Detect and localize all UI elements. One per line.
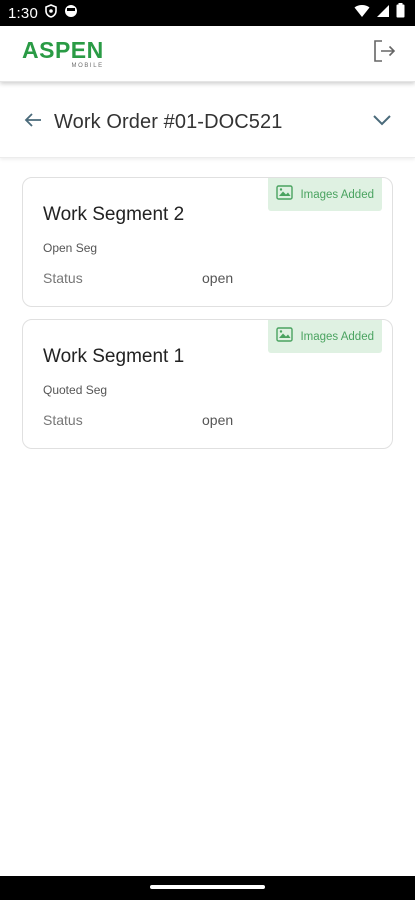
wifi-icon (354, 4, 370, 23)
aspen-mobile-logo: ASPEN MOBILE (22, 36, 104, 69)
badge-text: Images Added (300, 188, 374, 201)
segment-subtitle: Open Seg (43, 241, 98, 255)
segment-card[interactable]: Images Added Work Segment 1 Quoted Seg S… (22, 319, 393, 449)
images-added-badge: Images Added (268, 320, 382, 353)
segment-card[interactable]: Images Added Work Segment 2 Open Seg Sta… (22, 177, 393, 307)
status-value: open (202, 270, 234, 286)
images-added-badge: Images Added (268, 178, 382, 211)
badge-text: Images Added (300, 330, 374, 343)
segment-title: Work Segment 1 (43, 346, 185, 367)
shield-icon (44, 3, 58, 23)
logout-icon (371, 38, 397, 69)
expand-button[interactable] (371, 112, 393, 134)
status-time: 1:30 (8, 4, 38, 22)
status-value: open (202, 412, 234, 428)
logo-sub: MOBILE (71, 62, 104, 69)
battery-icon (396, 3, 405, 23)
image-icon (276, 326, 294, 347)
app-header: ASPEN MOBILE (0, 26, 415, 82)
work-order-title: Work Order #01-DOC521 (54, 111, 283, 133)
status-label: Status (43, 412, 83, 428)
arrow-left-icon (23, 110, 43, 135)
logout-button[interactable] (371, 38, 397, 69)
status-label: Status (43, 270, 83, 286)
image-icon (276, 184, 294, 205)
chevron-down-icon (371, 109, 393, 136)
system-nav-bar (0, 876, 415, 900)
face-icon (64, 4, 78, 23)
status-bar: 1:30 (0, 0, 415, 26)
logo-main: ASPEN (22, 36, 104, 63)
work-order-bar: Work Order #01-DOC521 (0, 88, 415, 158)
segment-title: Work Segment 2 (43, 204, 185, 225)
segment-subtitle: Quoted Seg (43, 383, 108, 397)
home-gesture-bar[interactable] (150, 885, 265, 889)
signal-icon (376, 4, 390, 23)
back-button[interactable] (22, 112, 44, 134)
